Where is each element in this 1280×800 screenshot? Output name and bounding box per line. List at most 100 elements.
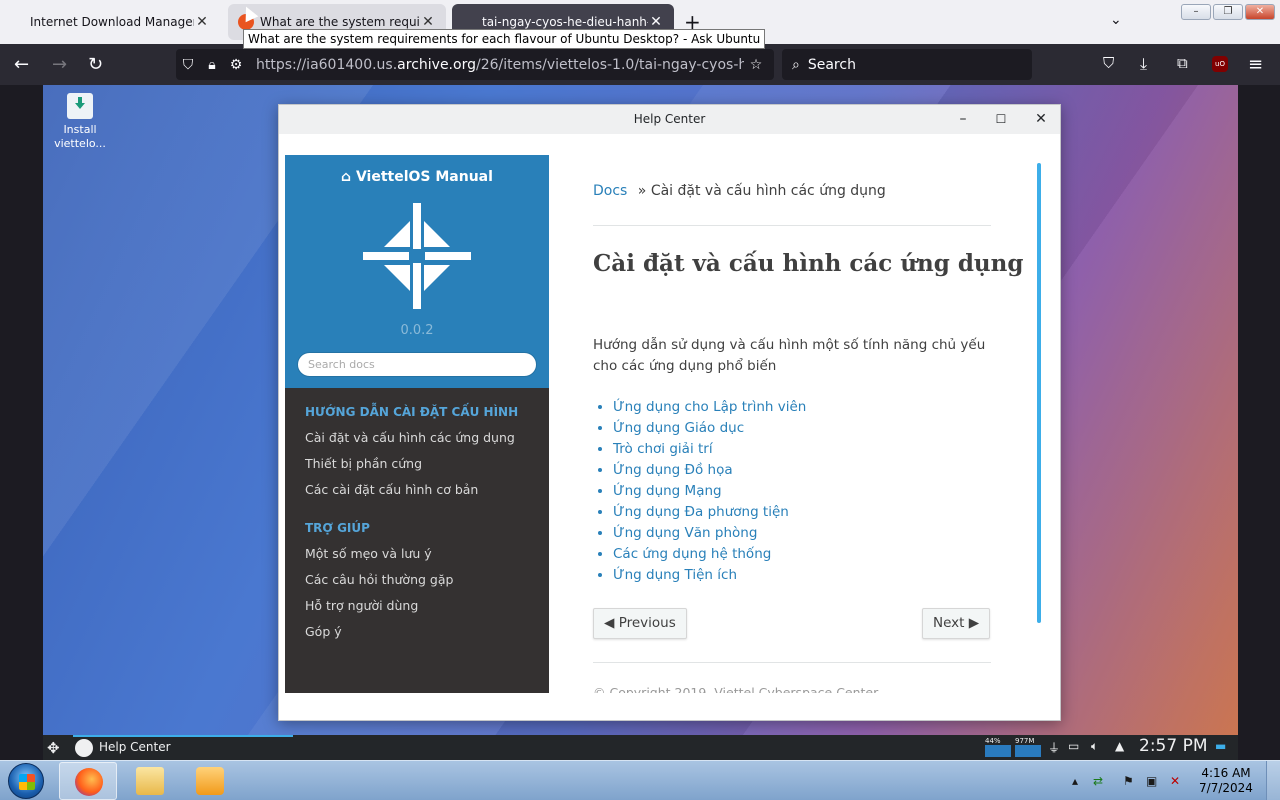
minimize-icon[interactable]: –	[953, 105, 973, 134]
pocket-icon[interactable]: ⛉	[1103, 54, 1114, 72]
taskbar-explorer[interactable]	[121, 762, 179, 800]
install-icon	[67, 93, 93, 119]
firefox-icon	[75, 768, 103, 796]
task-label: Help Center	[99, 740, 171, 754]
close-icon[interactable]: ✕	[648, 14, 664, 30]
divider	[593, 225, 991, 226]
reload-icon[interactable]: ↻	[88, 54, 103, 75]
close-icon[interactable]: ✕	[1031, 105, 1051, 134]
lock-icon[interactable]: 🔒︎	[200, 57, 224, 73]
forward-arrow-icon[interactable]: →	[52, 54, 67, 75]
breadcrumb-docs-link[interactable]: Docs	[593, 183, 627, 199]
volume-icon[interactable]: 🔈︎	[1091, 739, 1098, 754]
toc-link-office[interactable]: Ứng dụng Văn phòng	[613, 523, 806, 544]
memory-monitor-graph: 977M	[1015, 737, 1041, 757]
search-bar[interactable]: ⌕ Search	[782, 49, 1032, 80]
media-player-icon	[196, 767, 224, 795]
kde-panel: ✥ Help Center 44% 977M ⏚ ▭ 🔈︎ ▲ 2:57 PM …	[43, 735, 1238, 760]
toc-link-network[interactable]: Ứng dụng Mạng	[613, 481, 806, 502]
extensions-icon[interactable]: ⧉	[1177, 54, 1188, 72]
toc-link-developer[interactable]: Ứng dụng cho Lập trình viên	[613, 397, 806, 418]
desktop-icon-install[interactable]: Install viettelo...	[51, 93, 109, 151]
start-button[interactable]	[8, 763, 44, 799]
network-activity-icon[interactable]: ⇄	[1093, 774, 1103, 788]
docs-main-content: Docs » Cài đặt và cấu hình các ứng dụng …	[549, 155, 1038, 693]
windows-clock[interactable]: 4:16 AM 7/7/2024	[1196, 766, 1256, 796]
sidebar-item-feedback[interactable]: Góp ý	[285, 619, 549, 645]
url-text[interactable]: https://ia601400.us.archive.org/26/items…	[256, 57, 744, 73]
app-launcher-icon[interactable]: ✥	[47, 739, 60, 757]
desktop-icon-label: Install viettelo...	[54, 123, 106, 150]
sidebar-item-basic-settings[interactable]: Các cài đặt cấu hình cơ bản	[285, 477, 549, 503]
display-icon[interactable]: ▭	[1068, 739, 1079, 753]
network-icon[interactable]: ▣	[1146, 774, 1157, 788]
sidebar-item-hardware[interactable]: Thiết bị phần cứng	[285, 451, 549, 477]
toc-link-games[interactable]: Trò chơi giải trí	[613, 439, 806, 460]
toc-link-education[interactable]: Ứng dụng Giáo dục	[613, 418, 806, 439]
taskbar-firefox[interactable]	[59, 762, 117, 800]
restore-window-icon[interactable]: ❐	[1213, 4, 1243, 20]
volume-muted-icon[interactable]: ✕	[1170, 774, 1180, 788]
cpu-label: 44%	[985, 737, 1001, 745]
viettelos-logo-icon	[363, 203, 471, 309]
downloads-icon[interactable]: ⤓	[1140, 54, 1147, 74]
ublock-origin-icon[interactable]: uO	[1212, 56, 1228, 72]
tab-tooltip: What are the system requirements for eac…	[243, 29, 766, 49]
next-label: Next	[933, 615, 965, 631]
list-all-tabs-chevron-icon[interactable]: ⌄	[1110, 12, 1122, 28]
toc-link-graphics[interactable]: Ứng dụng Đồ họa	[613, 460, 806, 481]
task-help-center[interactable]: Help Center	[73, 735, 171, 760]
docs-sidebar: ⌂ ViettelOS Manual 0.0.2 Search docs HƯỚ…	[285, 155, 549, 693]
minimize-window-icon[interactable]: –	[1181, 4, 1211, 20]
menu-hamburger-icon[interactable]: ≡	[1248, 54, 1263, 75]
toc-link-utilities[interactable]: Ứng dụng Tiện ích	[613, 565, 806, 586]
action-center-flag-icon[interactable]: ⚑	[1123, 774, 1134, 788]
show-desktop-button[interactable]	[1266, 761, 1280, 800]
tray-expand-icon[interactable]: ▲	[1115, 739, 1124, 753]
search-icon: ⌕	[792, 56, 800, 73]
breadcrumb-current: » Cài đặt và cấu hình các ứng dụng	[637, 183, 886, 199]
usb-icon[interactable]: ⏚	[1048, 739, 1060, 756]
close-icon[interactable]: ✕	[420, 14, 436, 30]
close-icon[interactable]: ✕	[194, 14, 210, 30]
previous-button[interactable]: ◀ Previous	[593, 608, 687, 639]
show-desktop-icon[interactable]: ▬	[1215, 739, 1226, 753]
sidebar-item-support[interactable]: Hỗ trợ người dùng	[285, 593, 549, 619]
navigation-toolbar: ← → ↻ ⛉ 🔒︎ ⚙ https://ia601400.us.archive…	[0, 44, 1280, 85]
previous-label: Previous	[618, 615, 676, 631]
search-docs-input[interactable]: Search docs	[297, 352, 537, 377]
tray-expand-icon[interactable]: ▴	[1072, 774, 1078, 788]
home-link[interactable]: ⌂ ViettelOS Manual	[285, 155, 549, 185]
help-center-window: Help Center – ☐ ✕ ⌂ ViettelOS Manual 0.0…	[278, 104, 1061, 721]
tab-idm[interactable]: Internet Download Manager is a ✕	[20, 4, 220, 40]
sidebar-item-app-config[interactable]: Cài đặt và cấu hình các ứng dụng	[285, 425, 549, 451]
home-link-label: ViettelOS Manual	[355, 169, 493, 185]
window-titlebar[interactable]: Help Center – ☐ ✕	[279, 105, 1060, 134]
tab-title: Internet Download Manager is a	[30, 15, 194, 29]
permissions-icon[interactable]: ⚙	[224, 57, 248, 73]
next-button[interactable]: Next ▶	[922, 608, 991, 639]
viewer-margin-left	[0, 85, 43, 735]
toc-list: Ứng dụng cho Lập trình viên Ứng dụng Giá…	[613, 397, 806, 586]
bookmark-star-icon[interactable]: ☆	[744, 57, 768, 73]
back-arrow-icon[interactable]: ←	[14, 54, 29, 75]
close-window-icon[interactable]: ✕	[1245, 4, 1275, 20]
tracking-shield-icon[interactable]: ⛉	[176, 57, 200, 73]
maximize-icon[interactable]: ☐	[991, 105, 1011, 134]
toc-link-system[interactable]: Các ứng dụng hệ thống	[613, 544, 806, 565]
memory-label: 977M	[1015, 737, 1035, 745]
folder-icon	[136, 767, 164, 795]
sidebar-item-faq[interactable]: Các câu hỏi thường gặp	[285, 567, 549, 593]
arrow-circle-left-icon: ◀	[604, 615, 615, 631]
kde-clock[interactable]: 2:57 PM	[1139, 736, 1208, 756]
breadcrumb: Docs » Cài đặt và cấu hình các ứng dụng	[593, 183, 886, 199]
help-center-app-icon	[75, 738, 93, 757]
sidebar-item-tips[interactable]: Một số mẹo và lưu ý	[285, 541, 549, 567]
content-scrollbar[interactable]	[1037, 163, 1041, 623]
page-title: Cài đặt và cấu hình các ứng dụng	[593, 250, 1024, 277]
taskbar-media-player[interactable]	[181, 762, 239, 800]
url-bar[interactable]: ⛉ 🔒︎ ⚙ https://ia601400.us.archive.org/2…	[176, 49, 774, 80]
clock-date: 7/7/2024	[1199, 781, 1253, 795]
nav-caption-help: TRỢ GIÚP	[305, 521, 370, 535]
toc-link-multimedia[interactable]: Ứng dụng Đa phương tiện	[613, 502, 806, 523]
